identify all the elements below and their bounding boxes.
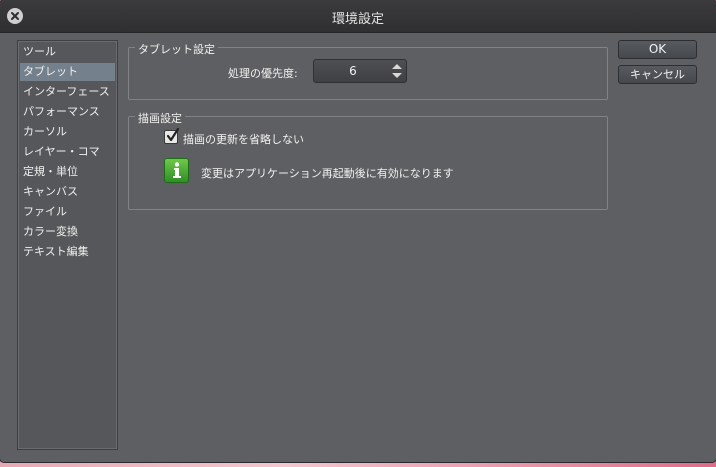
sidebar-item-interface[interactable]: インターフェース <box>20 83 115 101</box>
sidebar-item-tool[interactable]: ツール <box>20 43 115 61</box>
category-list[interactable]: ツール タブレット インターフェース パフォーマンス カーソル レイヤー・コマ … <box>17 40 118 450</box>
skip-update-checkbox[interactable] <box>164 128 180 144</box>
window-title: 環境設定 <box>331 12 384 27</box>
sidebar-item-text-editing[interactable]: テキスト編集 <box>20 243 115 261</box>
cancel-button[interactable]: キャンセル <box>618 65 697 84</box>
skip-update-label[interactable]: 描画の更新を省略しない <box>183 131 304 147</box>
sidebar-item-cursor[interactable]: カーソル <box>20 123 115 141</box>
info-icon <box>164 158 189 183</box>
title-bar[interactable]: 環境設定 <box>0 0 716 33</box>
tablet-settings-title: タブレット設定 <box>135 41 218 57</box>
sidebar-item-color-conversion[interactable]: カラー変換 <box>20 223 115 241</box>
restart-notice: 変更はアプリケーション再起動後に有効になります <box>201 167 454 180</box>
sidebar-item-canvas[interactable]: キャンバス <box>20 183 115 201</box>
ok-button[interactable]: OK <box>618 40 697 59</box>
sidebar-item-file[interactable]: ファイル <box>20 203 115 221</box>
priority-label: 処理の優先度: <box>228 67 298 80</box>
preferences-window: 環境設定 ツール タブレット インターフェース パフォーマンス カーソル レイヤ… <box>0 0 716 462</box>
sidebar-item-performance[interactable]: パフォーマンス <box>20 103 115 121</box>
up-down-arrows-icon[interactable] <box>391 62 403 80</box>
sidebar-item-tablet[interactable]: タブレット <box>20 63 115 81</box>
checkmark-icon <box>166 128 180 142</box>
sidebar-item-ruler-unit[interactable]: 定規・単位 <box>20 163 115 181</box>
priority-value[interactable]: 6 <box>314 64 392 78</box>
sidebar-item-layer-frame[interactable]: レイヤー・コマ <box>20 143 115 161</box>
drawing-settings-title: 描画設定 <box>135 110 185 126</box>
priority-stepper[interactable]: 6 <box>313 59 407 83</box>
